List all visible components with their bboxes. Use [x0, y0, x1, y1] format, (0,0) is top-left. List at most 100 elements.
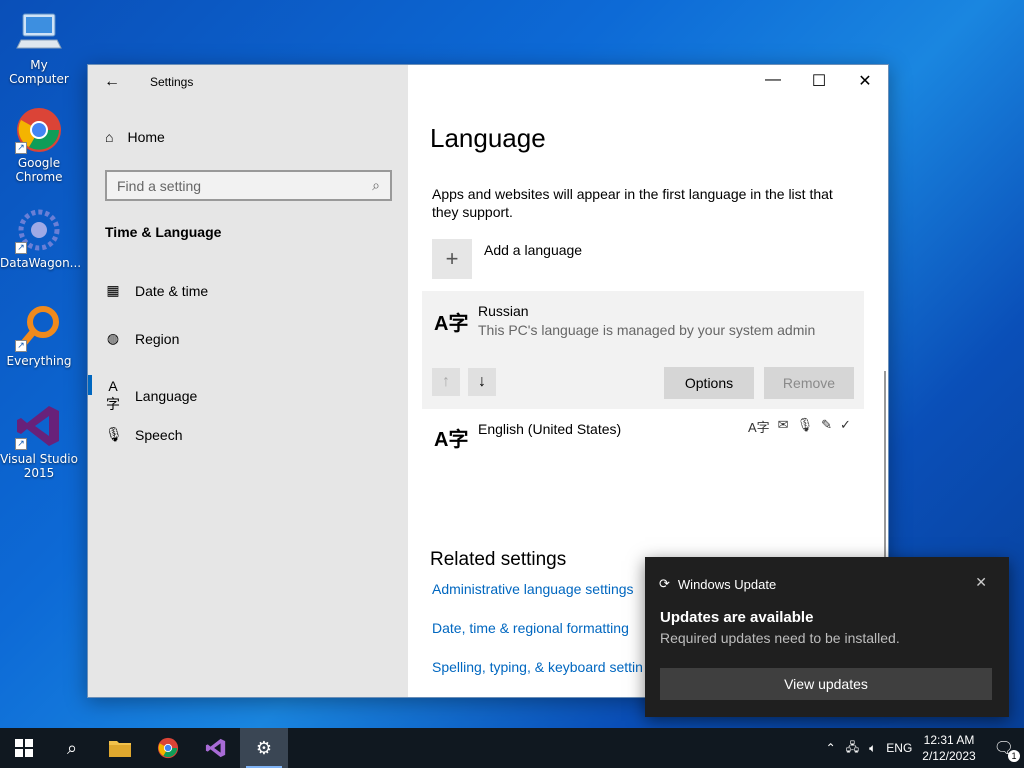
sidebar-item-label: Date & time — [135, 282, 209, 299]
close-button[interactable]: ✕ — [850, 71, 880, 91]
desktop-icon-label: Google Chrome — [15, 156, 63, 184]
visual-studio-icon — [205, 738, 226, 758]
home-icon: ⌂ — [105, 129, 114, 145]
notification-center-icon[interactable]: 🗨︎ 1 — [986, 738, 1020, 762]
spellcheck-icon: ✓ — [840, 417, 851, 432]
text-to-speech-icon: ✉ — [777, 417, 789, 432]
clock[interactable]: 12:31 AM 2/12/2023 — [922, 732, 975, 764]
sidebar-item-label: Speech — [135, 426, 183, 443]
start-button[interactable] — [0, 728, 48, 768]
clock-time: 12:31 AM — [923, 733, 975, 747]
microphone-icon: 🎙︎ — [105, 426, 123, 442]
speech-recognition-icon: 🎙︎ — [796, 417, 814, 432]
taskbar-search-button[interactable]: ⌕ — [48, 728, 96, 768]
toast-title: Updates are available — [660, 609, 814, 626]
taskbar: ⌕ ⚙ ⌃ 🖧 🔈︎ ENG 12:31 AM 2/12/2023 🗨︎ 1 — [0, 728, 1024, 768]
windows-logo-icon — [15, 739, 33, 757]
language-icon: A字 — [106, 378, 120, 412]
sidebar-item-label: Language — [135, 388, 198, 404]
language-item-russian[interactable]: A字 Russian This PC's language is managed… — [422, 291, 864, 409]
calendar-clock-icon: ▦ — [106, 282, 120, 298]
link-date-time-regional[interactable]: Date, time & regional formatting — [432, 620, 629, 636]
sidebar-item-language[interactable]: A字 Language — [105, 378, 197, 414]
desktop-icon-datawagon[interactable]: ↗ DataWagon... — [0, 206, 82, 270]
nav-home[interactable]: ⌂ Home — [105, 129, 165, 145]
volume-icon[interactable]: 🔈︎ — [869, 741, 876, 756]
toast-body: Required updates need to be installed. — [660, 630, 900, 646]
windows-update-toast[interactable]: ⟳ Windows Update ✕ Updates are available… — [645, 557, 1009, 717]
network-icon[interactable]: 🖧 — [846, 738, 859, 759]
language-name: English (United States) — [478, 421, 622, 437]
move-up-button[interactable]: ↑ — [432, 368, 460, 396]
sidebar-item-region[interactable]: ◍ Region — [105, 330, 179, 347]
page-title: Language — [430, 123, 546, 153]
display-language-icon: A字 — [748, 420, 770, 435]
chrome-icon — [157, 737, 179, 759]
search-magnifier-icon: ↗ — [15, 304, 63, 352]
section-heading: Time & Language — [105, 224, 222, 240]
maximize-button[interactable]: ☐ — [804, 71, 834, 91]
taskbar-file-explorer[interactable] — [96, 728, 144, 768]
view-updates-button[interactable]: View updates — [660, 668, 992, 700]
desktop-icon-label: My Computer — [9, 58, 69, 86]
back-arrow-icon[interactable]: ← — [104, 73, 124, 93]
desktop-icon-label: Everything — [6, 354, 72, 368]
toast-app-name: Windows Update — [677, 576, 777, 592]
desktop-icon-google-chrome[interactable]: ↗ Google Chrome — [0, 106, 78, 184]
link-administrative-language[interactable]: Administrative language settings — [432, 581, 634, 597]
input-language-indicator[interactable]: ENG — [886, 741, 912, 755]
minimize-button[interactable]: — — [758, 71, 788, 89]
language-feature-icons: A字 ✉ 🎙︎ ✎ ✓ — [748, 417, 851, 436]
shortcut-arrow-icon: ↗ — [15, 142, 27, 154]
desktop-icon-label: DataWagon... — [0, 256, 82, 270]
datawagon-icon: ↗ — [15, 206, 63, 254]
windows-update-icon: ⟳ — [659, 576, 670, 591]
language-description: Apps and websites will appear in the fir… — [432, 186, 833, 220]
taskbar-visual-studio[interactable] — [192, 728, 240, 768]
sidebar-item-label: Region — [135, 330, 180, 347]
search-placeholder: Find a setting — [117, 177, 202, 194]
shortcut-arrow-icon: ↗ — [15, 340, 27, 352]
taskbar-chrome[interactable] — [144, 728, 192, 768]
scrollbar[interactable] — [884, 371, 886, 561]
folder-icon — [109, 741, 131, 757]
shortcut-arrow-icon: ↗ — [15, 438, 27, 450]
notification-count-badge: 1 — [1008, 750, 1020, 762]
system-tray: ⌃ 🖧 🔈︎ ENG 12:31 AM 2/12/2023 🗨︎ 1 — [826, 728, 1024, 768]
desktop-icon-visual-studio[interactable]: ↗ Visual Studio 2015 — [0, 402, 78, 480]
options-button[interactable]: Options — [664, 367, 754, 399]
desktop-icon-everything[interactable]: ↗ Everything — [0, 304, 78, 368]
sidebar-item-speech[interactable]: 🎙︎ Speech — [105, 426, 182, 443]
search-icon: ⌕ — [372, 177, 380, 193]
taskbar-settings[interactable]: ⚙ — [240, 728, 288, 768]
gear-icon: ⚙ — [255, 737, 273, 758]
desktop-icon-my-computer[interactable]: My Computer — [0, 8, 78, 86]
link-spelling-typing-keyboard[interactable]: Spelling, typing, & keyboard settin — [432, 659, 643, 675]
globe-icon: ◍ — [106, 330, 120, 346]
language-icon: A字 — [434, 313, 469, 335]
settings-sidebar: ← Settings ⌂ Home Find a setting ⌕ Time … — [88, 65, 408, 697]
app-title: Settings — [150, 75, 194, 89]
search-input[interactable]: Find a setting ⌕ — [105, 170, 392, 201]
sidebar-item-date-time[interactable]: ▦ Date & time — [105, 282, 208, 299]
visual-studio-icon: ↗ — [15, 402, 63, 450]
desktop-icon-label: Visual Studio 2015 — [0, 452, 78, 480]
chrome-icon: ↗ — [15, 106, 63, 154]
selection-indicator — [88, 375, 92, 395]
language-icon: A字 — [434, 429, 469, 451]
remove-button[interactable]: Remove — [764, 367, 854, 399]
toast-close-icon[interactable]: ✕ — [975, 574, 987, 591]
move-down-button[interactable]: ↓ — [468, 368, 496, 396]
computer-icon — [15, 8, 63, 56]
language-name: Russian — [478, 303, 529, 319]
related-settings-heading: Related settings — [430, 549, 567, 570]
plus-icon: + — [432, 239, 472, 279]
language-subtitle: This PC's language is managed by your sy… — [478, 322, 816, 338]
shortcut-arrow-icon: ↗ — [15, 242, 27, 254]
add-language-button[interactable]: + Add a language — [432, 239, 582, 279]
add-language-label: Add a language — [484, 242, 583, 258]
search-icon: ⌕ — [66, 737, 78, 758]
clock-date: 2/12/2023 — [922, 749, 976, 763]
handwriting-icon: ✎ — [821, 417, 832, 432]
chevron-up-icon[interactable]: ⌃ — [826, 741, 836, 755]
